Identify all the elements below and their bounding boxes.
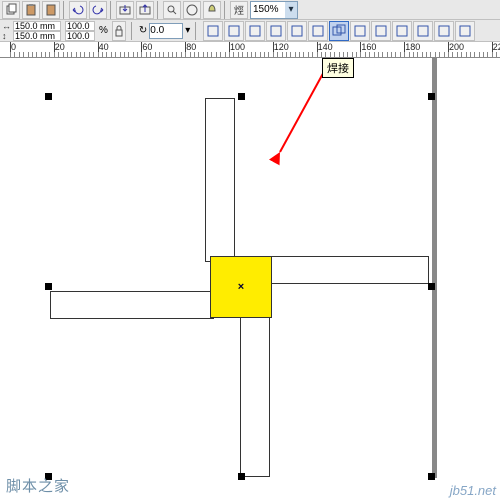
width-input[interactable] [13, 21, 61, 31]
ruler-tick-label: 180 [405, 42, 420, 52]
redo-icon[interactable] [89, 1, 107, 19]
copy-icon[interactable] [2, 1, 20, 19]
separator [63, 1, 66, 19]
ruler-tick-label: 40 [99, 42, 109, 52]
selection-handle[interactable] [238, 473, 245, 480]
ruler-tick-label: 60 [142, 42, 152, 52]
front-minus-button[interactable] [413, 21, 433, 41]
separator [131, 22, 134, 40]
shaping-operations [203, 21, 475, 41]
mirror-h-button[interactable] [203, 21, 223, 41]
separator [224, 1, 227, 19]
weld-tooltip: 焊接 [322, 58, 354, 78]
svg-text:烴: 烴 [234, 4, 244, 17]
ruler-tick-label: 100 [230, 42, 245, 52]
search-icon[interactable] [163, 1, 181, 19]
separator [195, 22, 198, 40]
trim-button[interactable] [350, 21, 370, 41]
rotation-field: ↻ ▾ [139, 23, 190, 39]
property-bar: ↔ ↕ % ↻ ▾ [0, 20, 500, 42]
ruler-tick-label: 220 [493, 42, 500, 52]
to-back-button[interactable] [308, 21, 328, 41]
search-web-icon[interactable] [183, 1, 201, 19]
object-size: ↔ ↕ [2, 21, 61, 41]
height-input[interactable] [13, 31, 61, 41]
selection-handle[interactable] [45, 283, 52, 290]
mirror-v-button[interactable] [224, 21, 244, 41]
intersect-button[interactable] [371, 21, 391, 41]
chevron-down-icon[interactable]: ▾ [185, 25, 190, 36]
horizontal-ruler: 0 20 40 60 80 100 120 140 160 180 200 220 [0, 42, 500, 58]
rectangle-shape[interactable] [265, 256, 429, 284]
ruler-tick-label: 0 [11, 42, 16, 52]
chevron-down-icon[interactable]: ▾ [285, 2, 297, 18]
separator [157, 1, 160, 19]
selection-handle[interactable] [428, 283, 435, 290]
page-edge [432, 58, 437, 478]
object-scale [65, 21, 95, 41]
zoom-input[interactable] [251, 2, 285, 18]
scale-unit: % [99, 25, 108, 36]
settings-icon[interactable]: 烴 [230, 1, 248, 19]
brand-text: 脚本之家 [6, 475, 70, 496]
ruler-tick-label: 200 [449, 42, 464, 52]
undo-icon[interactable] [69, 1, 87, 19]
selection-handle[interactable] [238, 93, 245, 100]
simplify-button[interactable] [392, 21, 412, 41]
rectangle-shape[interactable] [240, 313, 270, 477]
rotate-icon: ↻ [139, 25, 147, 36]
ruler-tick-label: 140 [318, 42, 333, 52]
rotation-input[interactable] [149, 23, 183, 39]
to-front-button[interactable] [287, 21, 307, 41]
rectangle-shape[interactable] [50, 291, 214, 319]
zoom-combo[interactable]: ▾ [250, 1, 298, 19]
watermark-text: jb51.net [450, 483, 496, 498]
import-icon[interactable] [116, 1, 134, 19]
scale-y-input[interactable] [65, 31, 95, 41]
selection-handle[interactable] [45, 93, 52, 100]
scale-x-input[interactable] [65, 21, 95, 31]
boundary-button[interactable] [455, 21, 475, 41]
main-toolbar: 烴 ▾ [0, 0, 500, 20]
drawing-canvas[interactable]: 焊接 × [0, 58, 500, 502]
width-label: ↔ [2, 21, 12, 31]
ruler-tick-label: 160 [361, 42, 376, 52]
height-label: ↕ [2, 31, 12, 41]
selection-handle[interactable] [428, 473, 435, 480]
lock-aspect-icon[interactable] [112, 21, 126, 41]
behind-button[interactable] [266, 21, 286, 41]
ruler-tick-label: 120 [274, 42, 289, 52]
bell-icon[interactable] [203, 1, 221, 19]
ruler-tick-label: 80 [186, 42, 196, 52]
selection-center-icon: × [238, 281, 244, 293]
export-icon[interactable] [136, 1, 154, 19]
back-minus-button[interactable] [434, 21, 454, 41]
separator [110, 1, 113, 19]
weld-button[interactable] [329, 21, 349, 41]
rectangle-shape[interactable] [205, 98, 235, 262]
selection-handle[interactable] [428, 93, 435, 100]
ruler-tick-label: 20 [55, 42, 65, 52]
front-of-button[interactable] [245, 21, 265, 41]
paste-icon[interactable] [22, 1, 40, 19]
paste-special-icon[interactable] [42, 1, 60, 19]
